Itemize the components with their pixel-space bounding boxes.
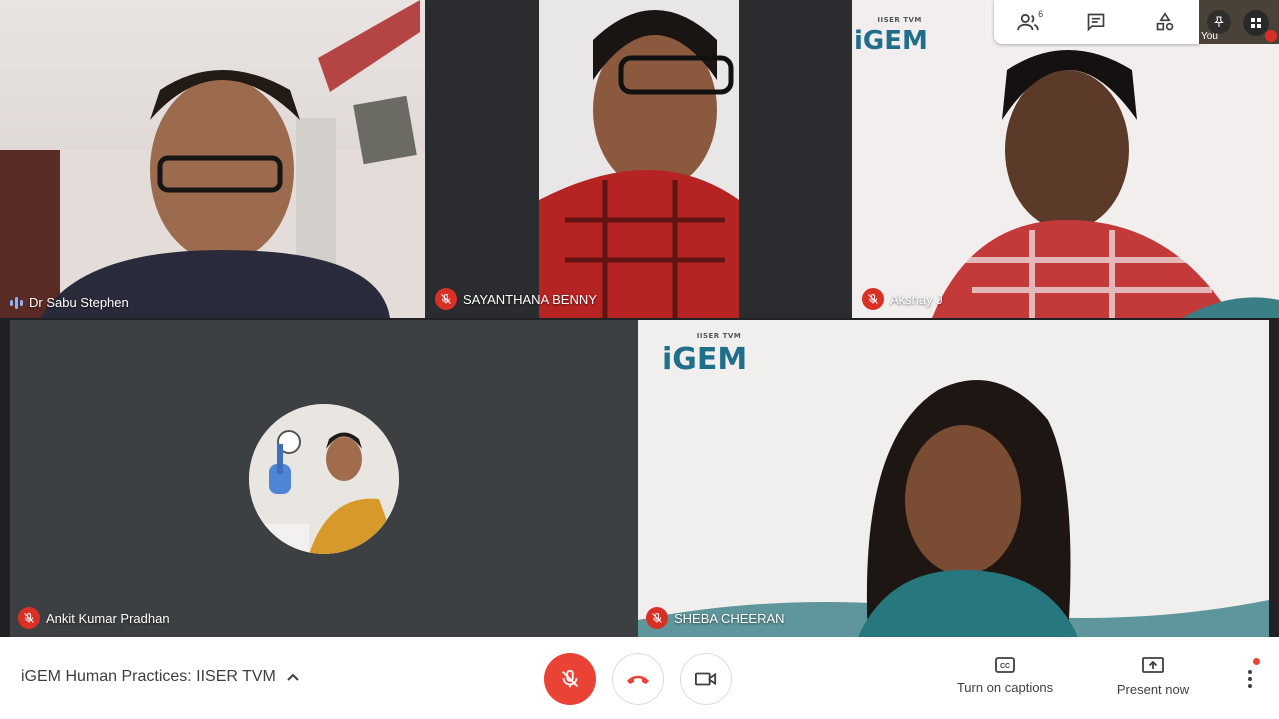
chat-icon <box>1088 13 1105 32</box>
more-options-button[interactable] <box>1238 658 1262 693</box>
people-count: 6 <box>1038 9 1044 19</box>
captions-label: Turn on captions <box>956 680 1054 695</box>
mic-off-icon <box>646 607 668 629</box>
self-label: You <box>1201 31 1218 42</box>
participant-tile-3[interactable]: IISER TVM iGEM Akshay J <box>852 0 1279 318</box>
mic-off-icon <box>1265 30 1277 42</box>
mic-off-icon <box>862 288 884 310</box>
participant-avatar <box>249 404 399 554</box>
camera-toggle-button[interactable] <box>680 653 732 705</box>
participant-tile-2[interactable]: SAYANTHANA BENNY <box>425 0 852 318</box>
chat-button[interactable] <box>1076 6 1116 38</box>
participant-name-tag: Dr Sabu Stephen <box>10 295 129 310</box>
present-label: Present now <box>1116 682 1190 697</box>
people-icon <box>1017 13 1039 31</box>
participant-tile-5[interactable]: IISER TVM iGEM SHEBA CHEERAN <box>638 320 1269 637</box>
activities-button[interactable] <box>1145 6 1185 38</box>
logo-subtitle: IISER TVM <box>877 16 922 24</box>
participant-name: Ankit Kumar Pradhan <box>46 610 170 626</box>
end-call-button[interactable] <box>612 653 664 705</box>
video-feed <box>539 0 739 318</box>
logo-text: iGEM <box>662 342 748 377</box>
participant-name: Dr Sabu Stephen <box>29 295 129 310</box>
present-button[interactable]: Present now <box>1110 657 1196 697</box>
self-view-tile[interactable]: You <box>1199 0 1279 44</box>
participant-name: SHEBA CHEERAN <box>674 610 785 626</box>
participant-name: Akshay J <box>890 291 943 307</box>
end-call-icon <box>627 675 649 684</box>
igem-logo: IISER TVM iGEM <box>854 16 928 56</box>
top-right-toolbar: 6 <box>994 0 1199 44</box>
meeting-title: iGEM Human Practices: IISER TVM <box>21 668 276 685</box>
participant-name-tag: Akshay J <box>862 288 943 310</box>
captions-icon: CC <box>995 657 1015 673</box>
notification-dot <box>1253 658 1260 665</box>
present-icon <box>1142 657 1164 673</box>
bottom-control-bar: iGEM Human Practices: IISER TVM CC Turn … <box>0 637 1279 719</box>
participant-name: SAYANTHANA BENNY <box>463 291 597 307</box>
svg-text:CC: CC <box>1000 663 1010 670</box>
pin-icon <box>1214 16 1224 27</box>
logo-text: iGEM <box>854 26 928 56</box>
participant-name-tag: SAYANTHANA BENNY <box>435 288 597 310</box>
more-vert-icon <box>1248 670 1252 688</box>
activities-icon <box>1156 12 1174 31</box>
participant-name-tag: Ankit Kumar Pradhan <box>18 607 170 629</box>
meeting-details-toggle[interactable]: iGEM Human Practices: IISER TVM <box>21 668 300 686</box>
video-grid: Dr Sabu Stephen SAYANTHANA BENNY IISER T… <box>0 0 1279 637</box>
mic-off-icon <box>562 669 578 688</box>
logo-subtitle: IISER TVM <box>696 332 742 340</box>
captions-button[interactable]: CC Turn on captions <box>955 657 1055 695</box>
participant-name-tag: SHEBA CHEERAN <box>646 607 785 629</box>
chevron-up-icon <box>287 673 299 681</box>
mic-toggle-button[interactable] <box>544 653 596 705</box>
camera-icon <box>695 672 717 686</box>
mic-off-icon <box>18 607 40 629</box>
mic-off-icon <box>435 288 457 310</box>
participant-tile-4[interactable]: Ankit Kumar Pradhan <box>10 320 638 637</box>
video-feed <box>0 0 425 318</box>
igem-logo: IISER TVM iGEM <box>662 332 748 377</box>
audio-level-icon <box>10 296 23 310</box>
grid-icon <box>1251 18 1261 28</box>
people-button[interactable]: 6 <box>1008 6 1048 38</box>
participant-tile-1[interactable]: Dr Sabu Stephen <box>0 0 425 318</box>
